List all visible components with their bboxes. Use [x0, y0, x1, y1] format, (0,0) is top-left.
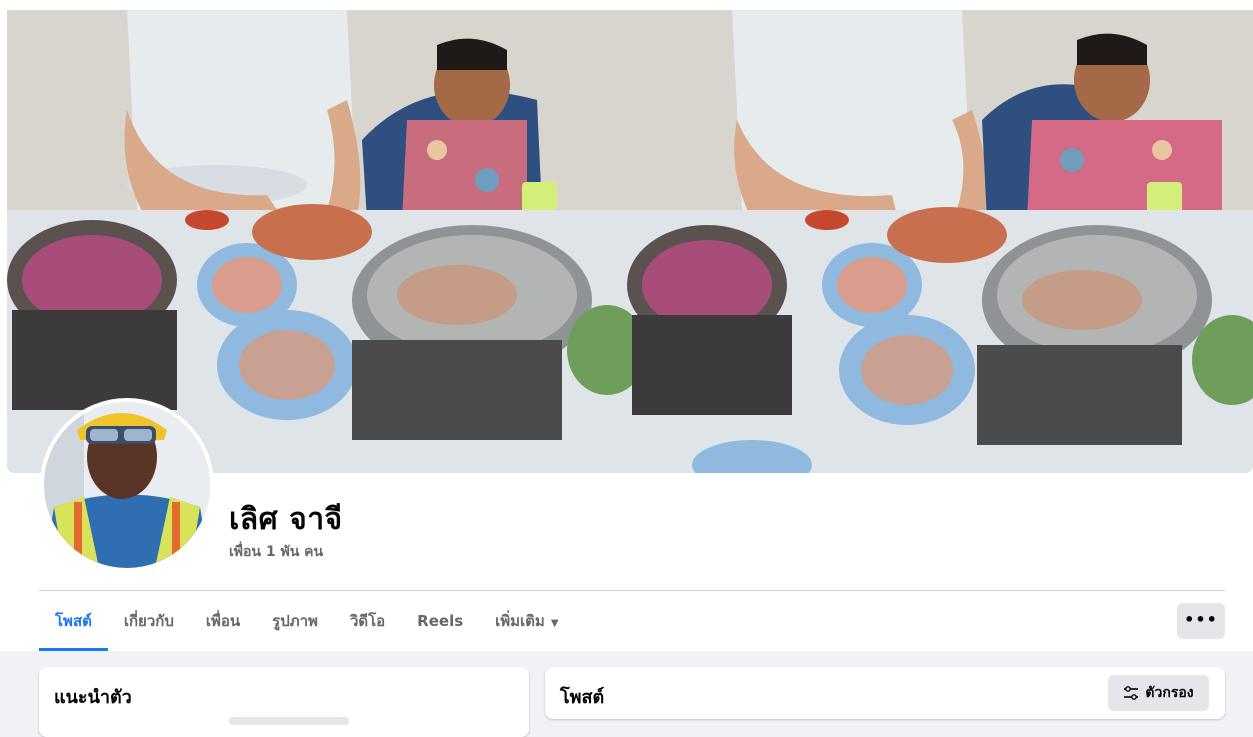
tab-label: รูปภาพ	[272, 612, 318, 630]
profile-picture[interactable]	[44, 402, 210, 568]
more-options-button[interactable]: •••	[1177, 603, 1225, 639]
dropdown-triangle-icon: ▼	[550, 618, 559, 629]
tab-label: วิดีโอ	[349, 612, 386, 630]
tab-more[interactable]: เพิ่มเติม ▼	[479, 600, 574, 651]
friend-count[interactable]: เพื่อน 1 พัน คน	[229, 541, 323, 563]
more-dots-icon: •••	[1184, 610, 1218, 629]
tab-friends[interactable]: เพื่อน	[190, 600, 256, 651]
tab-label: เพื่อน	[205, 612, 241, 630]
tab-label: โพสต์	[55, 612, 92, 630]
header-divider	[39, 590, 1225, 591]
filter-button[interactable]: ตัวกรอง	[1108, 675, 1209, 711]
tab-photos[interactable]: รูปภาพ	[256, 600, 334, 651]
cover-photo[interactable]	[7, 10, 1253, 473]
tab-reels[interactable]: Reels	[401, 600, 479, 651]
tab-label: เพิ่มเติม	[495, 612, 545, 630]
tab-label: Reels	[417, 612, 464, 630]
tab-posts[interactable]: โพสต์	[39, 600, 108, 651]
profile-name: เลิศ จาจี	[229, 502, 343, 537]
posts-title: โพสต์	[560, 687, 605, 708]
filter-sliders-icon	[1124, 686, 1139, 700]
tab-about[interactable]: เกี่ยวกับ	[108, 600, 190, 651]
intro-title: แนะนำตัว	[54, 687, 132, 708]
profile-tabs: โพสต์ เกี่ยวกับ เพื่อน รูปภาพ วิดีโอ Ree…	[39, 600, 575, 651]
tab-videos[interactable]: วิดีโอ	[334, 600, 401, 651]
filter-label: ตัวกรอง	[1145, 685, 1194, 701]
intro-card: แนะนำตัว	[39, 667, 529, 737]
tab-label: เกี่ยวกับ	[123, 612, 174, 630]
